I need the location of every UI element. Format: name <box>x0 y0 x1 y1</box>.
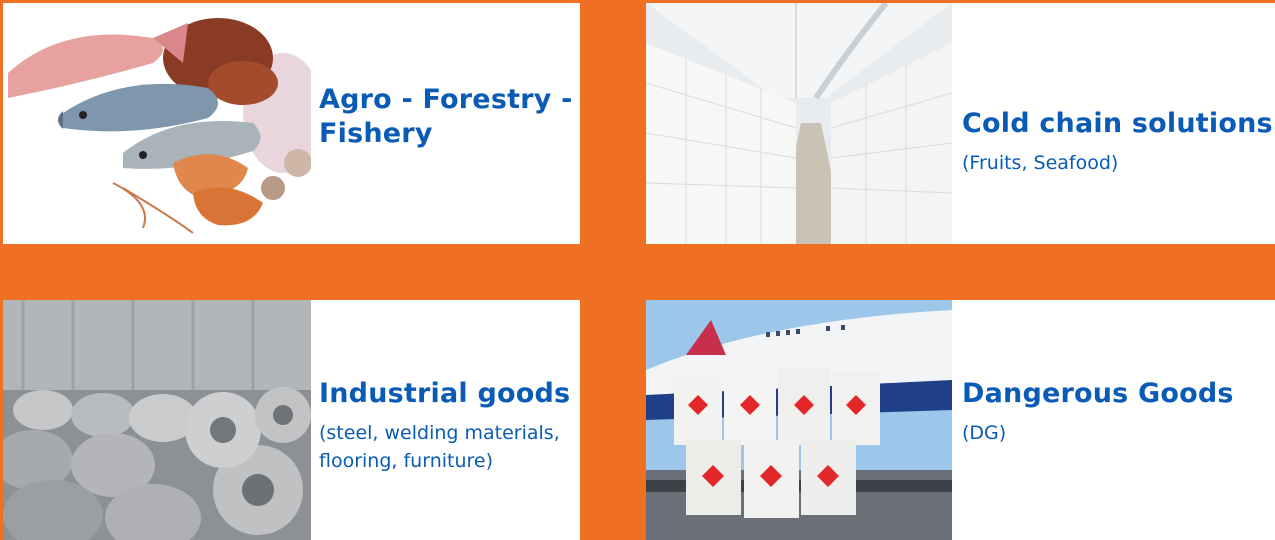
category-card-agro: Agro - Forestry - Fishery <box>3 3 580 244</box>
category-subtitle: (Fruits, Seafood) <box>962 152 1119 174</box>
category-text: Cold chain solutions (Fruits, Seafood) <box>962 107 1274 177</box>
category-title: Dangerous Goods <box>962 378 1234 409</box>
category-text: Industrial goods (steel, welding materia… <box>319 377 580 475</box>
category-title: Agro - Forestry - Fishery <box>319 84 573 149</box>
hazmat-drums-photo <box>646 300 952 540</box>
category-text: Dangerous Goods (DG) <box>962 377 1274 447</box>
category-title: Cold chain solutions <box>962 108 1273 139</box>
cold-storage-photo <box>646 3 952 244</box>
category-title: Industrial goods <box>319 378 571 409</box>
category-card-dangerous-goods: Dangerous Goods (DG) <box>646 300 1275 540</box>
seafood-photo <box>3 3 311 244</box>
category-text: Agro - Forestry - Fishery <box>319 83 574 151</box>
category-card-industrial: Industrial goods (steel, welding materia… <box>3 300 580 540</box>
category-card-cold-chain: Cold chain solutions (Fruits, Seafood) <box>646 3 1275 244</box>
category-subtitle: (DG) <box>962 422 1007 444</box>
steel-coils-photo <box>3 300 311 540</box>
category-subtitle: (steel, welding materials, flooring, fur… <box>319 422 560 472</box>
